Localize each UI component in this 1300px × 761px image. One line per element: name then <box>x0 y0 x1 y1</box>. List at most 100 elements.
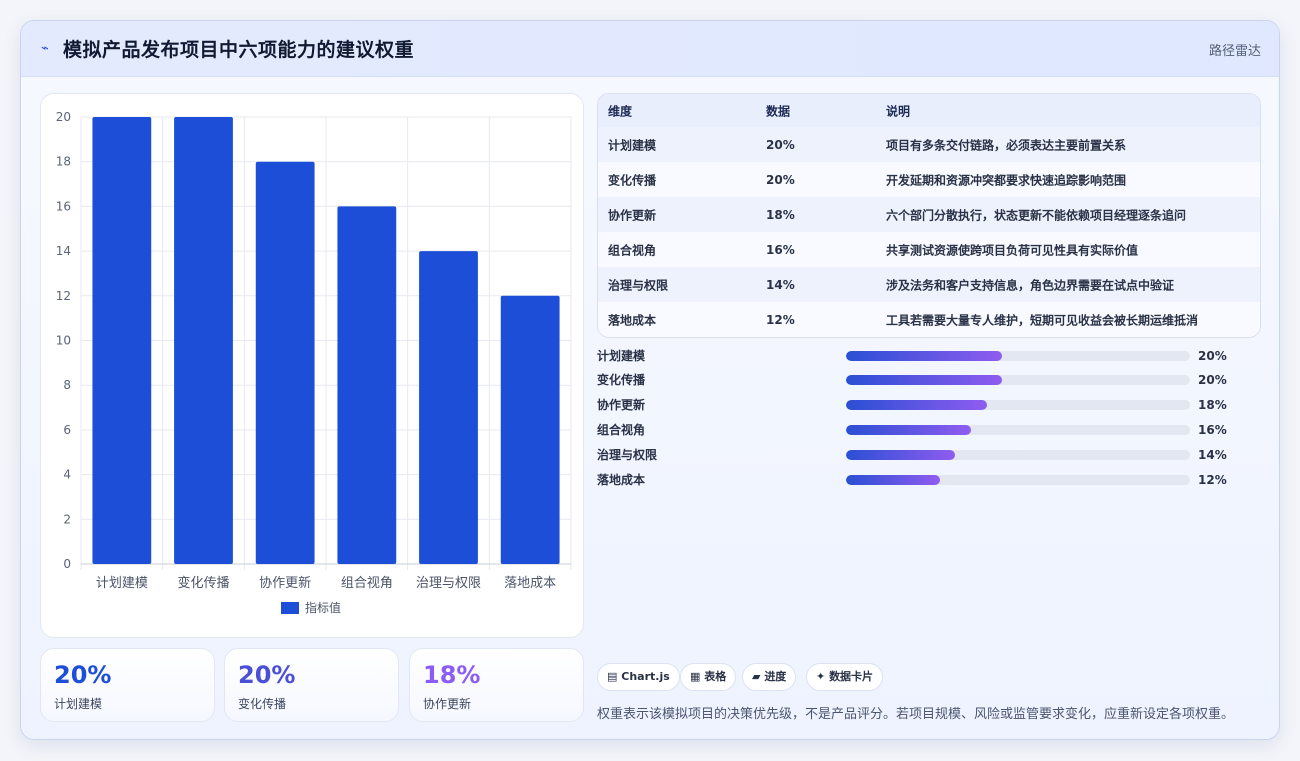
x-tick-label: 计划建模 <box>96 576 148 591</box>
table-row: 组合视角 16% 共享测试资源使跨项目负荷可见性具有实际价值 <box>598 232 1260 267</box>
progress-fill <box>846 400 987 410</box>
table-cell-dim: 协作更新 <box>608 208 657 222</box>
table-cell-note: 开发延期和资源冲突都要求快速追踪影响范围 <box>886 173 1127 187</box>
progress-track <box>846 450 1190 460</box>
table-cell-note: 共享测试资源使跨项目负荷可见性具有实际价值 <box>886 243 1139 257</box>
header-bar: ⌁ 模拟产品发布项目中六项能力的建议权重 路径雷达 <box>21 21 1279 77</box>
chip-label: 数据卡片 <box>829 670 874 683</box>
y-tick-label: 16 <box>56 199 71 213</box>
table-cell-note: 工具若需要大量专人维护，短期可见收益会被长期运维抵消 <box>886 313 1199 327</box>
card-icon: ✦ <box>816 670 826 683</box>
y-tick-label: 6 <box>63 423 71 437</box>
stat-label: 变化传播 <box>238 697 287 711</box>
progress-row: 协作更新 18% <box>597 396 1247 414</box>
table-row: 协作更新 18% 六个部门分散执行，状态更新不能依赖项目经理逐条追问 <box>598 197 1260 232</box>
table-cell-value: 20% <box>766 137 795 152</box>
bar <box>174 117 233 564</box>
y-tick-label: 10 <box>56 334 71 348</box>
progress-track <box>846 400 1190 410</box>
progress-value: 18% <box>1198 398 1227 412</box>
bar <box>500 295 560 564</box>
table-cell-dim: 治理与权限 <box>608 278 669 292</box>
pulse-icon: ⌁ <box>41 41 49 56</box>
chip-label: Chart.js <box>621 670 670 683</box>
bar <box>92 117 152 564</box>
progress-value: 12% <box>1198 473 1227 487</box>
table-cell-value: 18% <box>766 207 795 222</box>
progress-fill <box>846 351 1003 361</box>
y-tick-label: 20 <box>56 110 71 124</box>
table-cell-dim: 落地成本 <box>608 313 657 327</box>
legend-swatch <box>281 602 299 614</box>
progress-row: 变化传播 20% <box>597 371 1247 389</box>
chip-progress[interactable]: ▰ 进度 <box>742 663 797 691</box>
table-cell-dim: 计划建模 <box>608 138 657 152</box>
progress-row: 治理与权限 14% <box>597 446 1247 464</box>
progress-icon: ▰ <box>752 670 761 683</box>
table-header-value: 数据 <box>766 104 791 118</box>
stat-value: 18% <box>423 661 481 689</box>
table-cell-note: 涉及法务和客户支持信息，角色边界需要在试点中验证 <box>886 278 1175 292</box>
progress-row: 组合视角 16% <box>597 421 1247 439</box>
bar <box>419 251 478 564</box>
progress-value: 14% <box>1198 448 1227 462</box>
header-tag: 路径雷达 <box>1208 44 1261 59</box>
bar-chart-panel: 0 2 4 6 8 10 12 14 16 18 20 计划建模 变化传播 协作更新 组合视角 治理与权限 落地… <box>40 93 584 638</box>
progress-track <box>846 425 1190 435</box>
stat-card-3: 18% 协作更新 <box>409 648 584 722</box>
stat-value: 20% <box>54 661 112 689</box>
chip-data-card[interactable]: ✦ 数据卡片 <box>806 663 884 691</box>
progress-fill <box>846 375 1003 385</box>
progress-track <box>846 375 1190 385</box>
progress-label: 协作更新 <box>597 398 646 412</box>
chip-label: 进度 <box>764 670 787 683</box>
table-row: 计划建模 20% 项目有多条交付链路，必须表达主要前置关系 <box>598 127 1260 162</box>
bar <box>337 206 397 564</box>
weights-table: 维度 数据 说明 计划建模 20% 项目有多条交付链路，必须表达主要前置关系 变… <box>597 93 1261 338</box>
stat-card-1: 20% 计划建模 <box>40 648 215 722</box>
progress-value: 16% <box>1198 423 1227 437</box>
progress-track <box>846 351 1190 361</box>
stat-value: 20% <box>238 661 296 689</box>
stat-card-2: 20% 变化传播 <box>224 648 399 722</box>
table-row: 落地成本 12% 工具若需要大量专人维护，短期可见收益会被长期运维抵消 <box>598 302 1260 337</box>
bar-chart: 0 2 4 6 8 10 12 14 16 18 20 计划建模 变化传播 协作更新 组合视角 治理与权限 落地… <box>56 110 572 615</box>
progress-track <box>846 475 1190 485</box>
progress-label: 变化传播 <box>597 373 646 387</box>
progress-label: 计划建模 <box>597 349 646 363</box>
progress-value: 20% <box>1198 373 1227 387</box>
chip-label: 表格 <box>704 670 727 683</box>
progress-label: 落地成本 <box>597 473 646 487</box>
chip-table[interactable]: ▦ 表格 <box>680 663 737 691</box>
progress-label: 治理与权限 <box>597 448 658 462</box>
stat-label: 计划建模 <box>54 697 103 711</box>
progress-label: 组合视角 <box>597 423 646 437</box>
progress-row: 落地成本 12% <box>597 471 1247 489</box>
table-header-dim: 维度 <box>608 104 633 118</box>
table-cell-note: 项目有多条交付链路，必须表达主要前置关系 <box>886 138 1127 152</box>
progress-row: 计划建模 20% <box>597 347 1247 365</box>
y-tick-label: 12 <box>56 289 71 303</box>
x-tick-label: 落地成本 <box>504 576 556 591</box>
progress-fill <box>846 425 972 435</box>
legend-label: 指标值 <box>305 600 341 615</box>
x-tick-label: 组合视角 <box>341 576 393 591</box>
chip-chartjs[interactable]: ▤ Chart.js <box>597 663 680 691</box>
table-cell-value: 20% <box>766 172 795 187</box>
table-cell-value: 14% <box>766 277 795 292</box>
y-tick-label: 0 <box>63 557 71 571</box>
y-tick-label: 2 <box>63 512 71 526</box>
table-icon: ▦ <box>690 670 701 683</box>
stat-label: 协作更新 <box>423 697 472 711</box>
table-cell-dim: 变化传播 <box>608 173 657 187</box>
dashboard-card: ⌁ 模拟产品发布项目中六项能力的建议权重 路径雷达 0 2 4 6 8 10 12 14 16 1… <box>20 20 1280 740</box>
bar <box>255 161 315 564</box>
table-header-note: 说明 <box>886 104 911 118</box>
footnote: 权重表示该模拟项目的决策优先级，不是产品评分。若项目规模、风险或监管要求变化，应… <box>597 707 1235 722</box>
x-tick-label: 协作更新 <box>259 575 311 591</box>
x-tick-label: 治理与权限 <box>416 575 481 591</box>
progress-fill <box>846 450 956 460</box>
table-cell-value: 16% <box>766 242 795 257</box>
table-cell-dim: 组合视角 <box>608 243 657 257</box>
table-row: 治理与权限 14% 涉及法务和客户支持信息，角色边界需要在试点中验证 <box>598 267 1260 302</box>
